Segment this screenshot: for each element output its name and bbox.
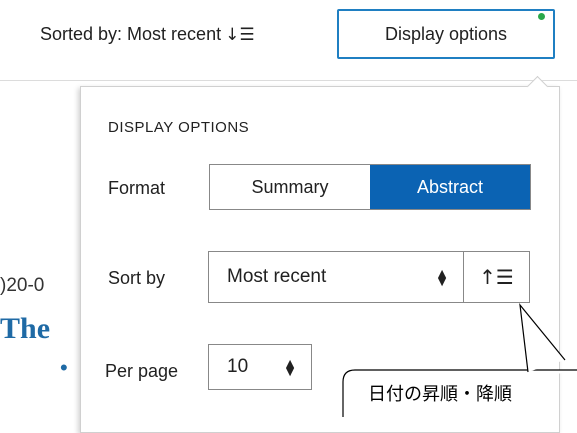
callout-bubble xyxy=(342,303,577,417)
callout-text: 日付の昇順・降順 xyxy=(368,384,512,405)
